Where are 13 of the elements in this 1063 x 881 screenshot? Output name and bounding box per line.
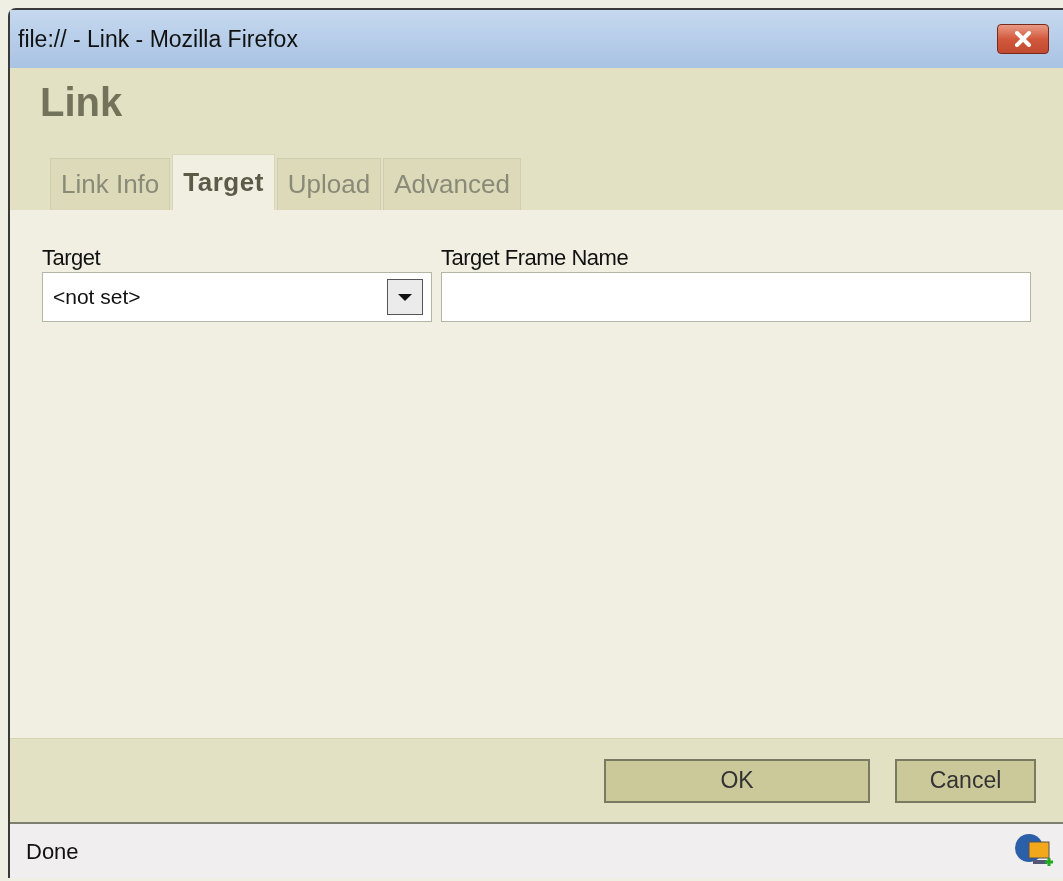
dropdown-value: <not set>	[53, 284, 141, 311]
field-label: Target	[42, 244, 102, 272]
close-icon	[1014, 31, 1032, 47]
window-title: file:// - Link - Mozilla Firefox	[18, 24, 298, 54]
dialog-title: Link	[40, 79, 124, 126]
close-button[interactable]	[997, 24, 1049, 54]
tab[interactable]: Target	[172, 154, 275, 210]
ok-button[interactable]: OK	[604, 758, 870, 803]
frame-name-field[interactable]	[441, 272, 1031, 322]
status-text: Done	[26, 837, 79, 866]
cancel-button[interactable]: Cancel	[895, 758, 1036, 803]
target-dropdown[interactable]: <not set>	[42, 272, 432, 322]
field-label: Target Frame Name	[441, 244, 630, 272]
